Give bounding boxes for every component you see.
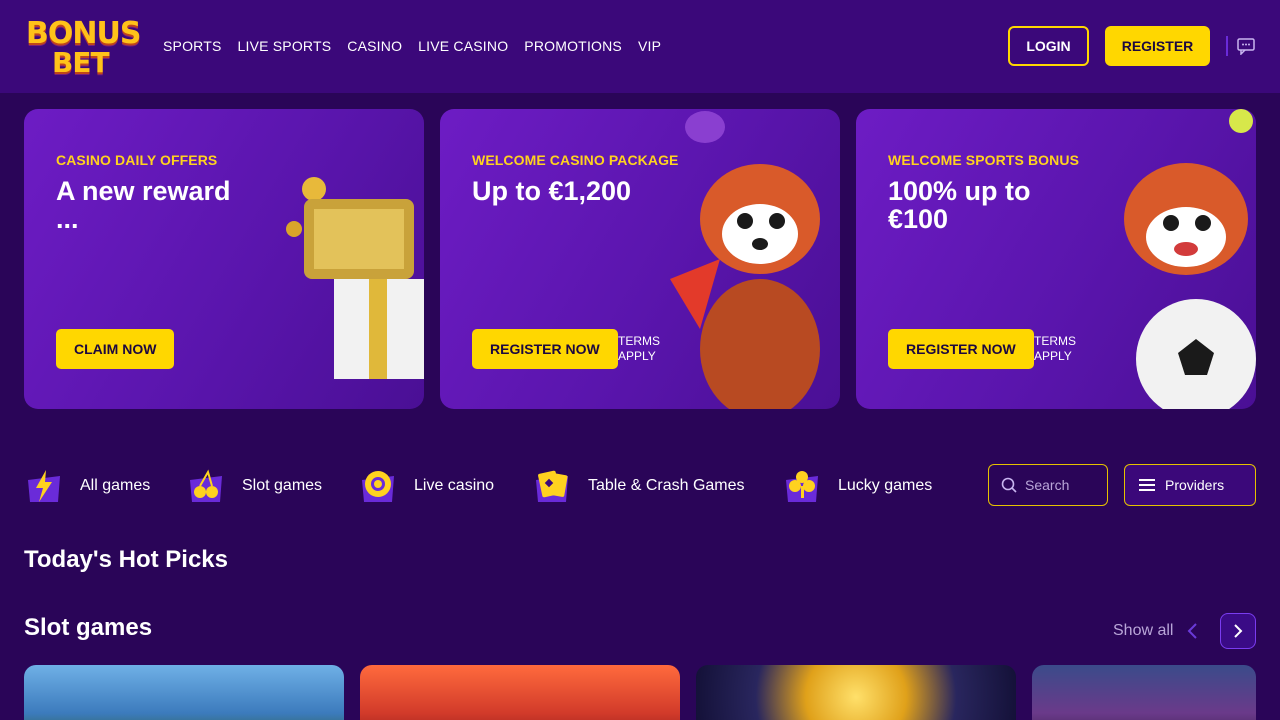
- nav-sports[interactable]: SPORTS: [163, 38, 222, 54]
- search-icon: [1001, 477, 1017, 493]
- promo-headline: Up to €1,200: [472, 176, 632, 206]
- terms-apply-text[interactable]: TERMS APPLY: [1034, 334, 1094, 364]
- login-button[interactable]: LOGIN: [1008, 26, 1089, 66]
- register-now-button[interactable]: REGISTER NOW: [888, 329, 1034, 369]
- lightning-icon: [28, 470, 60, 502]
- menu-icon: [1139, 479, 1155, 491]
- category-label: Live casino: [414, 477, 495, 494]
- terms-apply-text[interactable]: TERMS APPLY: [618, 334, 678, 364]
- game-tile[interactable]: [24, 665, 344, 720]
- hot-picks-heading: Today's Hot Picks: [24, 546, 228, 573]
- nav-promotions[interactable]: PROMOTIONS: [524, 38, 622, 54]
- category-lucky-games[interactable]: Lucky games: [782, 466, 932, 506]
- chat-icon[interactable]: [1237, 37, 1255, 55]
- game-tile[interactable]: [1032, 665, 1256, 720]
- promo-card-welcome-casino[interactable]: WELCOME CASINO PACKAGE Up to €1,200 REGI…: [440, 109, 840, 409]
- promo-headline: 100% up to €100: [888, 176, 1031, 234]
- logo-text-line2: BET: [52, 46, 110, 79]
- register-button[interactable]: REGISTER: [1105, 26, 1210, 66]
- category-all-games[interactable]: All games: [24, 466, 150, 506]
- category-slot-games[interactable]: Slot games: [186, 466, 322, 506]
- red-panda-illustration: [670, 111, 820, 409]
- chevron-left-icon[interactable]: [1182, 620, 1204, 642]
- chip-icon: [362, 471, 394, 502]
- main-nav: SPORTS LIVE SPORTS CASINO LIVE CASINO PR…: [163, 38, 661, 54]
- nav-live-sports[interactable]: LIVE SPORTS: [238, 38, 332, 54]
- top-header: BONUS BET SPORTS LIVE SPORTS CASINO LIVE…: [0, 0, 1280, 93]
- nav-casino[interactable]: CASINO: [347, 38, 402, 54]
- slot-games-heading: Slot games: [24, 614, 153, 641]
- cards-icon: [536, 470, 568, 502]
- promo-kicker: CASINO DAILY OFFERS: [56, 152, 218, 168]
- promo-headline: A new reward ...: [56, 176, 231, 234]
- promo-card-welcome-sports[interactable]: WELCOME SPORTS BONUS 100% up to €100 REG…: [856, 109, 1256, 409]
- nav-live-casino[interactable]: LIVE CASINO: [418, 38, 508, 54]
- search-box[interactable]: [988, 464, 1108, 506]
- register-now-button[interactable]: REGISTER NOW: [472, 329, 618, 369]
- category-table-crash[interactable]: Table & Crash Games: [532, 466, 745, 506]
- bonusbet-logo[interactable]: BONUS BET: [26, 16, 141, 80]
- category-label: All games: [80, 477, 151, 494]
- providers-label: Providers: [1165, 477, 1225, 493]
- category-label: Table & Crash Games: [588, 477, 745, 494]
- red-panda-football-illustration: [1124, 109, 1256, 409]
- game-tile[interactable]: [696, 665, 1016, 720]
- claim-now-button[interactable]: CLAIM NOW: [56, 329, 175, 369]
- promo-kicker: WELCOME CASINO PACKAGE: [472, 152, 679, 168]
- nav-vip[interactable]: VIP: [638, 38, 661, 54]
- show-all-link[interactable]: Show all: [1113, 622, 1173, 640]
- chevron-right-icon: [1234, 624, 1243, 638]
- category-label: Slot games: [242, 477, 323, 494]
- cherries-icon: [190, 469, 222, 502]
- providers-button[interactable]: Providers: [1124, 464, 1256, 506]
- next-button[interactable]: [1220, 613, 1256, 649]
- promo-card-casino-daily[interactable]: CASINO DAILY OFFERS A new reward ... CLA…: [24, 109, 424, 409]
- search-input[interactable]: [1025, 477, 1095, 493]
- game-tile[interactable]: [360, 665, 680, 720]
- promo-kicker: WELCOME SPORTS BONUS: [888, 152, 1080, 168]
- header-divider: [1226, 36, 1228, 56]
- category-live-casino[interactable]: Live casino: [358, 466, 494, 506]
- gift-box-illustration: [286, 177, 424, 379]
- clover-icon: [786, 471, 818, 502]
- category-label: Lucky games: [838, 477, 933, 494]
